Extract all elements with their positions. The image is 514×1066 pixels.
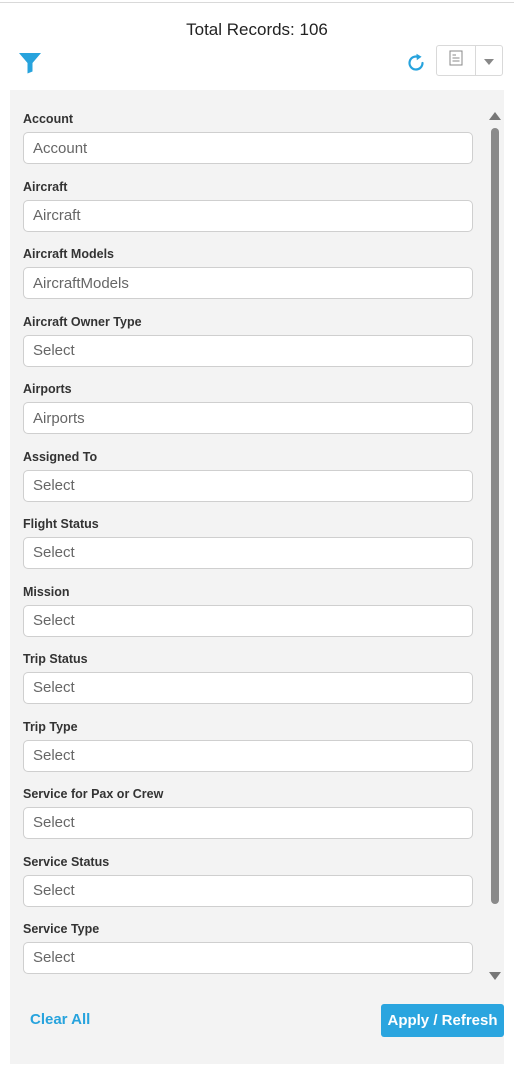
filter-field-service-status: Service Status Select — [23, 853, 473, 921]
scrollbar[interactable] — [488, 108, 502, 986]
field-label: Service Status — [23, 854, 110, 869]
assigned-to-select[interactable]: Select — [23, 469, 473, 502]
document-icon — [449, 50, 463, 71]
field-label: Airports — [23, 382, 72, 396]
filter-field-trip-type: Trip Type Select — [23, 718, 473, 786]
filter-field-mission: Mission Select — [23, 583, 473, 651]
filter-field-flight-status: Flight Status Select — [23, 515, 473, 583]
field-label: Service Type — [23, 922, 100, 936]
refresh-icon[interactable] — [405, 52, 427, 74]
trip-type-select[interactable]: Select — [23, 739, 473, 772]
caret-down-icon — [484, 52, 494, 70]
scrollbar-thumb[interactable] — [491, 128, 499, 904]
field-label: Trip Status — [23, 652, 88, 666]
flight-status-select[interactable]: Select — [23, 537, 473, 569]
service-type-select[interactable]: Select — [23, 942, 473, 974]
filter-field-service-type: Service Type Select — [23, 920, 473, 988]
filter-field-service-for-pax-or-crew: Service for Pax or Crew Select — [23, 785, 473, 853]
service-for-pax-or-crew-select[interactable]: Select — [23, 807, 473, 839]
field-label: Mission — [23, 584, 70, 599]
filter-field-airports: Airports — [23, 380, 473, 448]
export-button-group — [436, 45, 503, 76]
filter-field-trip-status: Trip Status Select — [23, 650, 473, 718]
account-input[interactable] — [23, 132, 473, 164]
filter-field-assigned-to: Assigned To Select — [23, 448, 473, 516]
field-label: Aircraft Owner Type — [23, 314, 142, 329]
aircraft-models-input[interactable] — [23, 267, 473, 299]
filter-field-aircraft-models: Aircraft Models — [23, 245, 473, 313]
field-label: Assigned To — [23, 449, 98, 464]
service-status-select[interactable]: Select — [23, 874, 473, 907]
top-divider — [0, 2, 514, 3]
filter-field-aircraft: Aircraft — [23, 178, 473, 246]
field-label: Service for Pax or Crew — [23, 787, 164, 801]
field-label: Account — [23, 112, 73, 126]
filter-panel: Account Aircraft Aircraft Models Aircraf… — [10, 90, 504, 1064]
scroll-down-arrow-icon[interactable] — [489, 972, 501, 980]
total-records: Total Records: 106 — [186, 20, 328, 39]
export-button[interactable] — [437, 46, 476, 75]
filter-fields: Account Aircraft Aircraft Models Aircraf… — [23, 110, 473, 988]
airports-input[interactable] — [23, 402, 473, 434]
export-dropdown-button[interactable] — [476, 46, 502, 75]
filter-icon[interactable] — [18, 52, 42, 74]
mission-select[interactable]: Select — [23, 604, 473, 637]
filter-field-aircraft-owner-type: Aircraft Owner Type Select — [23, 313, 473, 381]
trip-status-select[interactable]: Select — [23, 672, 473, 704]
scroll-up-arrow-icon[interactable] — [489, 112, 501, 120]
aircraft-input[interactable] — [23, 199, 473, 232]
clear-all-link[interactable]: Clear All — [30, 1011, 90, 1028]
field-label: Aircraft Models — [23, 247, 114, 261]
apply-refresh-button[interactable]: Apply / Refresh — [381, 1004, 504, 1037]
filter-field-account: Account — [23, 110, 473, 178]
field-label: Aircraft — [23, 179, 68, 194]
aircraft-owner-type-select[interactable]: Select — [23, 334, 473, 367]
field-label: Trip Type — [23, 719, 78, 734]
field-label: Flight Status — [23, 517, 99, 531]
